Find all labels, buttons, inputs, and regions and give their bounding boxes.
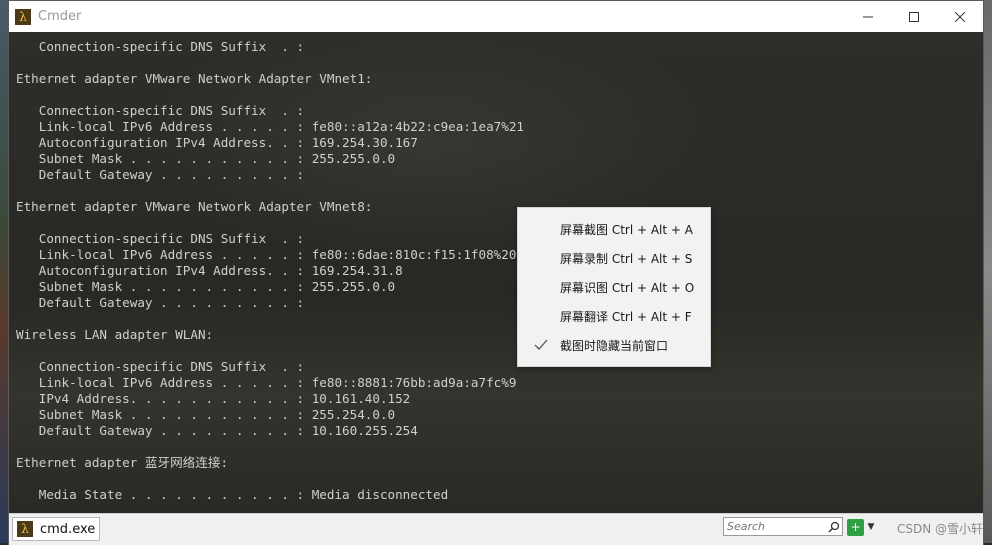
terminal-line: Connection-specific DNS Suffix . : bbox=[16, 359, 305, 374]
menu-item-hide-window[interactable]: 截图时隐藏当前窗口 bbox=[518, 332, 710, 358]
menu-item-screen-recognize[interactable]: 屏幕识图 Ctrl + Alt + O bbox=[518, 274, 710, 300]
terminal-line: Autoconfiguration IPv4 Address. . : 169.… bbox=[16, 135, 418, 150]
menu-item-label: 屏幕截图 Ctrl + Alt + A bbox=[560, 222, 693, 237]
menu-item-label: 屏幕翻译 Ctrl + Alt + F bbox=[560, 309, 692, 324]
terminal-line: Connection-specific DNS Suffix . : bbox=[16, 39, 305, 54]
maximize-button[interactable] bbox=[891, 1, 937, 32]
terminal-line: Link-local IPv6 Address . . . . . : fe80… bbox=[16, 375, 517, 390]
window-controls bbox=[845, 1, 983, 32]
terminal-line: Subnet Mask . . . . . . . . . . . : 255.… bbox=[16, 407, 396, 422]
search-box[interactable] bbox=[723, 517, 843, 536]
terminal-line: Connection-specific DNS Suffix . : bbox=[16, 231, 305, 246]
terminal-line: Link-local IPv6 Address . . . . . : fe80… bbox=[16, 247, 517, 262]
terminal-line: Default Gateway . . . . . . . . . : bbox=[16, 167, 305, 182]
console-tab[interactable]: λ cmd.exe bbox=[12, 517, 100, 541]
terminal-line: Subnet Mask . . . . . . . . . . . : 255.… bbox=[16, 151, 396, 166]
terminal-line: Autoconfiguration IPv4 Address. . : 169.… bbox=[16, 263, 403, 278]
close-icon bbox=[955, 11, 965, 22]
search-icon[interactable] bbox=[826, 519, 842, 535]
terminal-line: IPv4 Address. . . . . . . . . . . : 10.1… bbox=[16, 391, 411, 406]
terminal-text: Connection-specific DNS Suffix . : Ethern… bbox=[16, 39, 524, 503]
add-console-icon[interactable]: + bbox=[847, 518, 864, 536]
dropdown-icon[interactable]: ▼ bbox=[866, 522, 876, 532]
terminal-line: Ethernet adapter VMware Network Adapter … bbox=[16, 71, 373, 86]
check-icon bbox=[534, 339, 548, 350]
console-tab-label: cmd.exe bbox=[40, 521, 96, 537]
lambda-icon: λ bbox=[15, 8, 31, 25]
menu-item-label: 截图时隐藏当前窗口 bbox=[560, 338, 669, 353]
maximize-icon bbox=[909, 11, 919, 22]
watermark: CSDN @雪小轩 bbox=[897, 522, 984, 536]
search-input[interactable] bbox=[724, 519, 826, 534]
window-title: Cmder bbox=[38, 9, 82, 24]
terminal-line: Connection-specific DNS Suffix . : bbox=[16, 103, 305, 118]
cmder-window: λ Cmder Connection-specific DNS Suffix .… bbox=[8, 0, 984, 545]
terminal-output[interactable]: Connection-specific DNS Suffix . : Ethern… bbox=[9, 32, 983, 513]
minimize-icon bbox=[863, 16, 873, 17]
menu-item-label: 屏幕识图 Ctrl + Alt + O bbox=[560, 280, 695, 295]
menu-item-screenshot[interactable]: 屏幕截图 Ctrl + Alt + A bbox=[518, 216, 710, 242]
menu-item-label: 屏幕录制 Ctrl + Alt + S bbox=[560, 251, 693, 266]
menu-item-screen-record[interactable]: 屏幕录制 Ctrl + Alt + S bbox=[518, 245, 710, 271]
terminal-line: Wireless LAN adapter WLAN: bbox=[16, 327, 214, 342]
terminal-line: Ethernet adapter 蓝牙网络连接: bbox=[16, 455, 229, 470]
menu-item-screen-translate[interactable]: 屏幕翻译 Ctrl + Alt + F bbox=[518, 303, 710, 329]
screenshot-context-menu: 屏幕截图 Ctrl + Alt + A 屏幕录制 Ctrl + Alt + S … bbox=[517, 207, 711, 367]
terminal-line: Subnet Mask . . . . . . . . . . . : 255.… bbox=[16, 279, 396, 294]
terminal-line: Default Gateway . . . . . . . . . : bbox=[16, 295, 305, 310]
lambda-icon: λ bbox=[17, 521, 33, 537]
minimize-button[interactable] bbox=[845, 1, 891, 32]
terminal-line: Media State . . . . . . . . . . . : Medi… bbox=[16, 487, 449, 502]
status-icons: + ▼ bbox=[847, 517, 876, 537]
title-bar[interactable]: λ Cmder bbox=[9, 1, 983, 32]
terminal-line: Link-local IPv6 Address . . . . . : fe80… bbox=[16, 119, 524, 134]
close-button[interactable] bbox=[937, 1, 983, 32]
terminal-line: Ethernet adapter VMware Network Adapter … bbox=[16, 199, 373, 214]
status-bar: λ cmd.exe + ▼ CSDN @雪小轩 bbox=[9, 513, 983, 545]
terminal-line: Default Gateway . . . . . . . . . : 10.1… bbox=[16, 423, 418, 438]
